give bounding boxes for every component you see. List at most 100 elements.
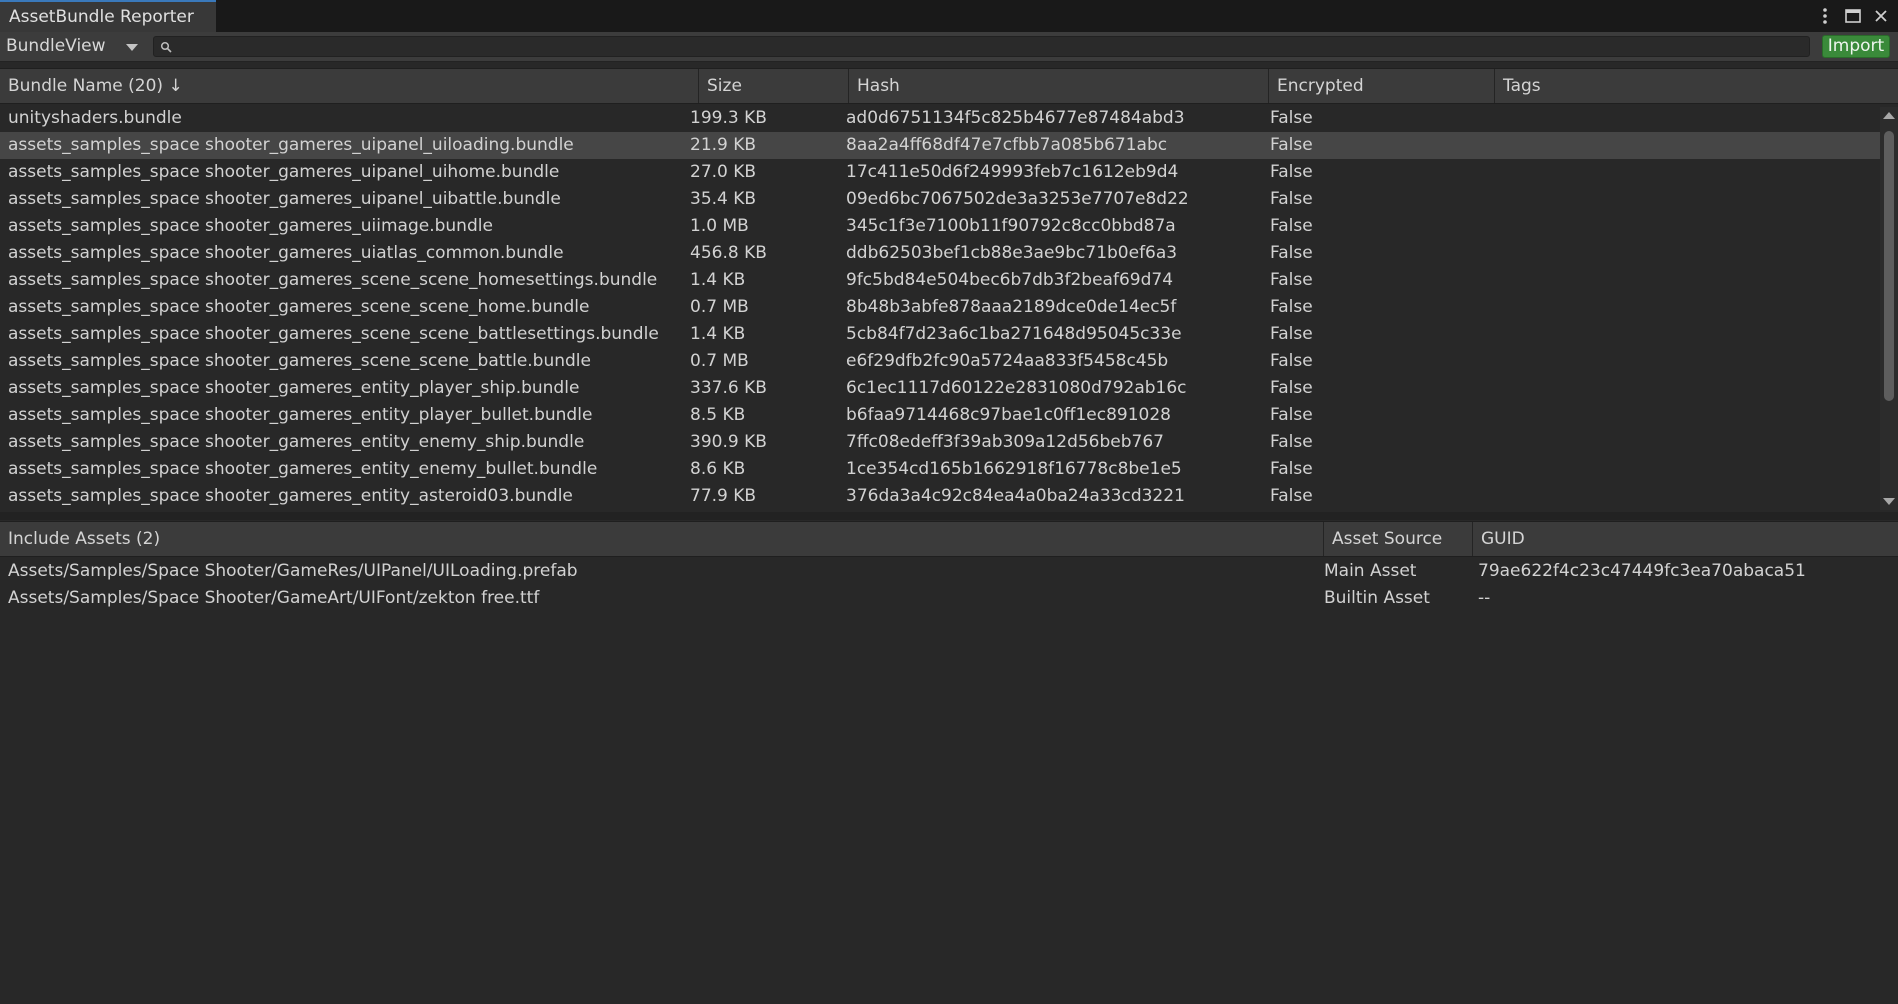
cell-hash: b6faa9714468c97bae1c0ff1ec891028: [846, 405, 1171, 425]
assets-table-header: Include Assets (2) Asset Source GUID: [0, 521, 1898, 557]
import-button[interactable]: Import: [1822, 35, 1890, 58]
cell-hash: 5cb84f7d23a6c1ba271648d95045c33e: [846, 324, 1182, 344]
table-row[interactable]: assets_samples_space shooter_gameres_uia…: [0, 240, 1880, 267]
cell-size: 8.6 KB: [690, 459, 746, 479]
table-row[interactable]: assets_samples_space shooter_gameres_ent…: [0, 429, 1880, 456]
cell-encrypted: False: [1270, 405, 1313, 425]
cell-size: 35.4 KB: [690, 189, 757, 209]
cell-hash: 17c411e50d6f249993feb7c1612eb9d4: [846, 162, 1179, 182]
column-header-include-assets[interactable]: Include Assets (2): [0, 522, 1324, 556]
cell-encrypted: False: [1270, 108, 1313, 128]
cell-bundle-name: assets_samples_space shooter_gameres_uip…: [8, 189, 561, 209]
cell-encrypted: False: [1270, 243, 1313, 263]
cell-asset-source: Main Asset: [1324, 561, 1417, 581]
maximize-icon[interactable]: [1844, 4, 1862, 28]
cell-bundle-name: assets_samples_space shooter_gameres_sce…: [8, 297, 590, 317]
cell-bundle-name: assets_samples_space shooter_gameres_uia…: [8, 243, 564, 263]
list-item[interactable]: Assets/Samples/Space Shooter/GameArt/UIF…: [0, 585, 1898, 612]
chevron-down-icon: [126, 44, 138, 51]
cell-size: 337.6 KB: [690, 378, 767, 398]
cell-encrypted: False: [1270, 135, 1313, 155]
cell-size: 1.4 KB: [690, 324, 746, 344]
cell-bundle-name: assets_samples_space shooter_gameres_ent…: [8, 459, 598, 479]
table-row[interactable]: assets_samples_space shooter_gameres_sce…: [0, 294, 1880, 321]
column-header-hash[interactable]: Hash: [849, 69, 1269, 103]
column-header-guid[interactable]: GUID: [1473, 522, 1898, 556]
cell-size: 1.4 KB: [690, 270, 746, 290]
cell-size: 1.0 MB: [690, 216, 749, 236]
table-row[interactable]: assets_samples_space shooter_gameres_ent…: [0, 375, 1880, 402]
kebab-menu-icon[interactable]: [1816, 4, 1834, 28]
cell-size: 0.7 MB: [690, 351, 749, 371]
toolbar: BundleView Import: [0, 32, 1898, 62]
cell-encrypted: False: [1270, 162, 1313, 182]
column-header-asset-source[interactable]: Asset Source: [1324, 522, 1473, 556]
table-row[interactable]: assets_samples_space shooter_gameres_uip…: [0, 159, 1880, 186]
table-row[interactable]: unityshaders.bundle 199.3 KB ad0d6751134f5…: [0, 105, 1880, 132]
table-row[interactable]: assets_samples_space shooter_gameres_ent…: [0, 456, 1880, 483]
cell-hash: 7ffc08edeff3f39ab309a12d56beb767: [846, 432, 1164, 452]
table-row[interactable]: assets_samples_space shooter_gameres_sce…: [0, 321, 1880, 348]
cell-hash: 9fc5bd84e504bec6b7db3f2beaf69d74: [846, 270, 1174, 290]
cell-bundle-name: assets_samples_space shooter_gameres_sce…: [8, 270, 658, 290]
cell-size: 21.9 KB: [690, 135, 757, 155]
view-dropdown[interactable]: BundleView: [0, 33, 148, 60]
cell-asset-path: Assets/Samples/Space Shooter/GameRes/UIP…: [8, 561, 578, 581]
scroll-up-arrow-icon[interactable]: [1883, 112, 1895, 119]
list-item[interactable]: Assets/Samples/Space Shooter/GameRes/UIP…: [0, 558, 1898, 585]
column-header-tags[interactable]: Tags: [1495, 69, 1898, 103]
table-row[interactable]: assets_samples_space shooter_gameres_uii…: [0, 213, 1880, 240]
column-header-encrypted[interactable]: Encrypted: [1269, 69, 1495, 103]
cell-size: 456.8 KB: [690, 243, 767, 263]
cell-size: 27.0 KB: [690, 162, 757, 182]
cell-size: 0.7 MB: [690, 297, 749, 317]
cell-hash: 345c1f3e7100b11f90792c8cc0bbd87a: [846, 216, 1176, 236]
scrollbar-thumb[interactable]: [1884, 131, 1894, 401]
cell-bundle-name: unityshaders.bundle: [8, 108, 182, 128]
table-row[interactable]: assets_samples_space shooter_gameres_uip…: [0, 132, 1880, 159]
cell-hash: 09ed6bc7067502de3a3253e7707e8d22: [846, 189, 1189, 209]
column-header-size[interactable]: Size: [699, 69, 849, 103]
cell-encrypted: False: [1270, 486, 1313, 506]
cell-bundle-name: assets_samples_space shooter_gameres_ent…: [8, 378, 580, 398]
cell-size: 8.5 KB: [690, 405, 746, 425]
cell-hash: 8b48b3abfe878aaa2189dce0de14ec5f: [846, 297, 1177, 317]
cell-guid: --: [1478, 588, 1491, 608]
cell-bundle-name: assets_samples_space shooter_gameres_ent…: [8, 405, 593, 425]
close-icon[interactable]: [1872, 4, 1890, 28]
cell-size: 390.9 KB: [690, 432, 767, 452]
cell-hash: 376da3a4c92c84ea4a0ba24a33cd3221: [846, 486, 1185, 506]
cell-bundle-name: assets_samples_space shooter_gameres_ent…: [8, 486, 573, 506]
panel-splitter[interactable]: [0, 512, 1898, 520]
cell-encrypted: False: [1270, 324, 1313, 344]
cell-asset-source: Builtin Asset: [1324, 588, 1430, 608]
cell-bundle-name: assets_samples_space shooter_gameres_sce…: [8, 351, 591, 371]
cell-hash: 6c1ec1117d60122e2831080d792ab16c: [846, 378, 1187, 398]
cell-size: 199.3 KB: [690, 108, 767, 128]
column-header-bundle-name[interactable]: Bundle Name (20) ↓: [0, 69, 699, 103]
cell-guid: 79ae622f4c23c47449fc3ea70abaca51: [1478, 561, 1806, 581]
window-tab-bar: AssetBundle Reporter: [0, 0, 1898, 32]
table-row[interactable]: assets_samples_space shooter_gameres_ent…: [0, 483, 1880, 510]
cell-size: 77.9 KB: [690, 486, 757, 506]
cell-bundle-name: assets_samples_space shooter_gameres_ent…: [8, 432, 585, 452]
cell-encrypted: False: [1270, 189, 1313, 209]
view-dropdown-value: BundleView: [6, 36, 106, 56]
window-tab-title[interactable]: AssetBundle Reporter: [0, 0, 216, 32]
cell-encrypted: False: [1270, 378, 1313, 398]
cell-hash: 8aa2a4ff68df47e7cfbb7a085b671abc: [846, 135, 1168, 155]
cell-bundle-name: assets_samples_space shooter_gameres_uip…: [8, 162, 560, 182]
table-row[interactable]: assets_samples_space shooter_gameres_sce…: [0, 348, 1880, 375]
cell-encrypted: False: [1270, 459, 1313, 479]
table-row[interactable]: assets_samples_space shooter_gameres_sce…: [0, 267, 1880, 294]
table-row[interactable]: assets_samples_space shooter_gameres_ent…: [0, 402, 1880, 429]
cell-asset-path: Assets/Samples/Space Shooter/GameArt/UIF…: [8, 588, 540, 608]
cell-encrypted: False: [1270, 432, 1313, 452]
cell-hash: e6f29dfb2fc90a5724aa833f5458c45b: [846, 351, 1169, 371]
table-row[interactable]: assets_samples_space shooter_gameres_uip…: [0, 186, 1880, 213]
cell-encrypted: False: [1270, 270, 1313, 290]
cell-bundle-name: assets_samples_space shooter_gameres_sce…: [8, 324, 659, 344]
search-input[interactable]: [153, 36, 1810, 57]
scroll-down-arrow-icon[interactable]: [1883, 498, 1895, 505]
cell-encrypted: False: [1270, 216, 1313, 236]
